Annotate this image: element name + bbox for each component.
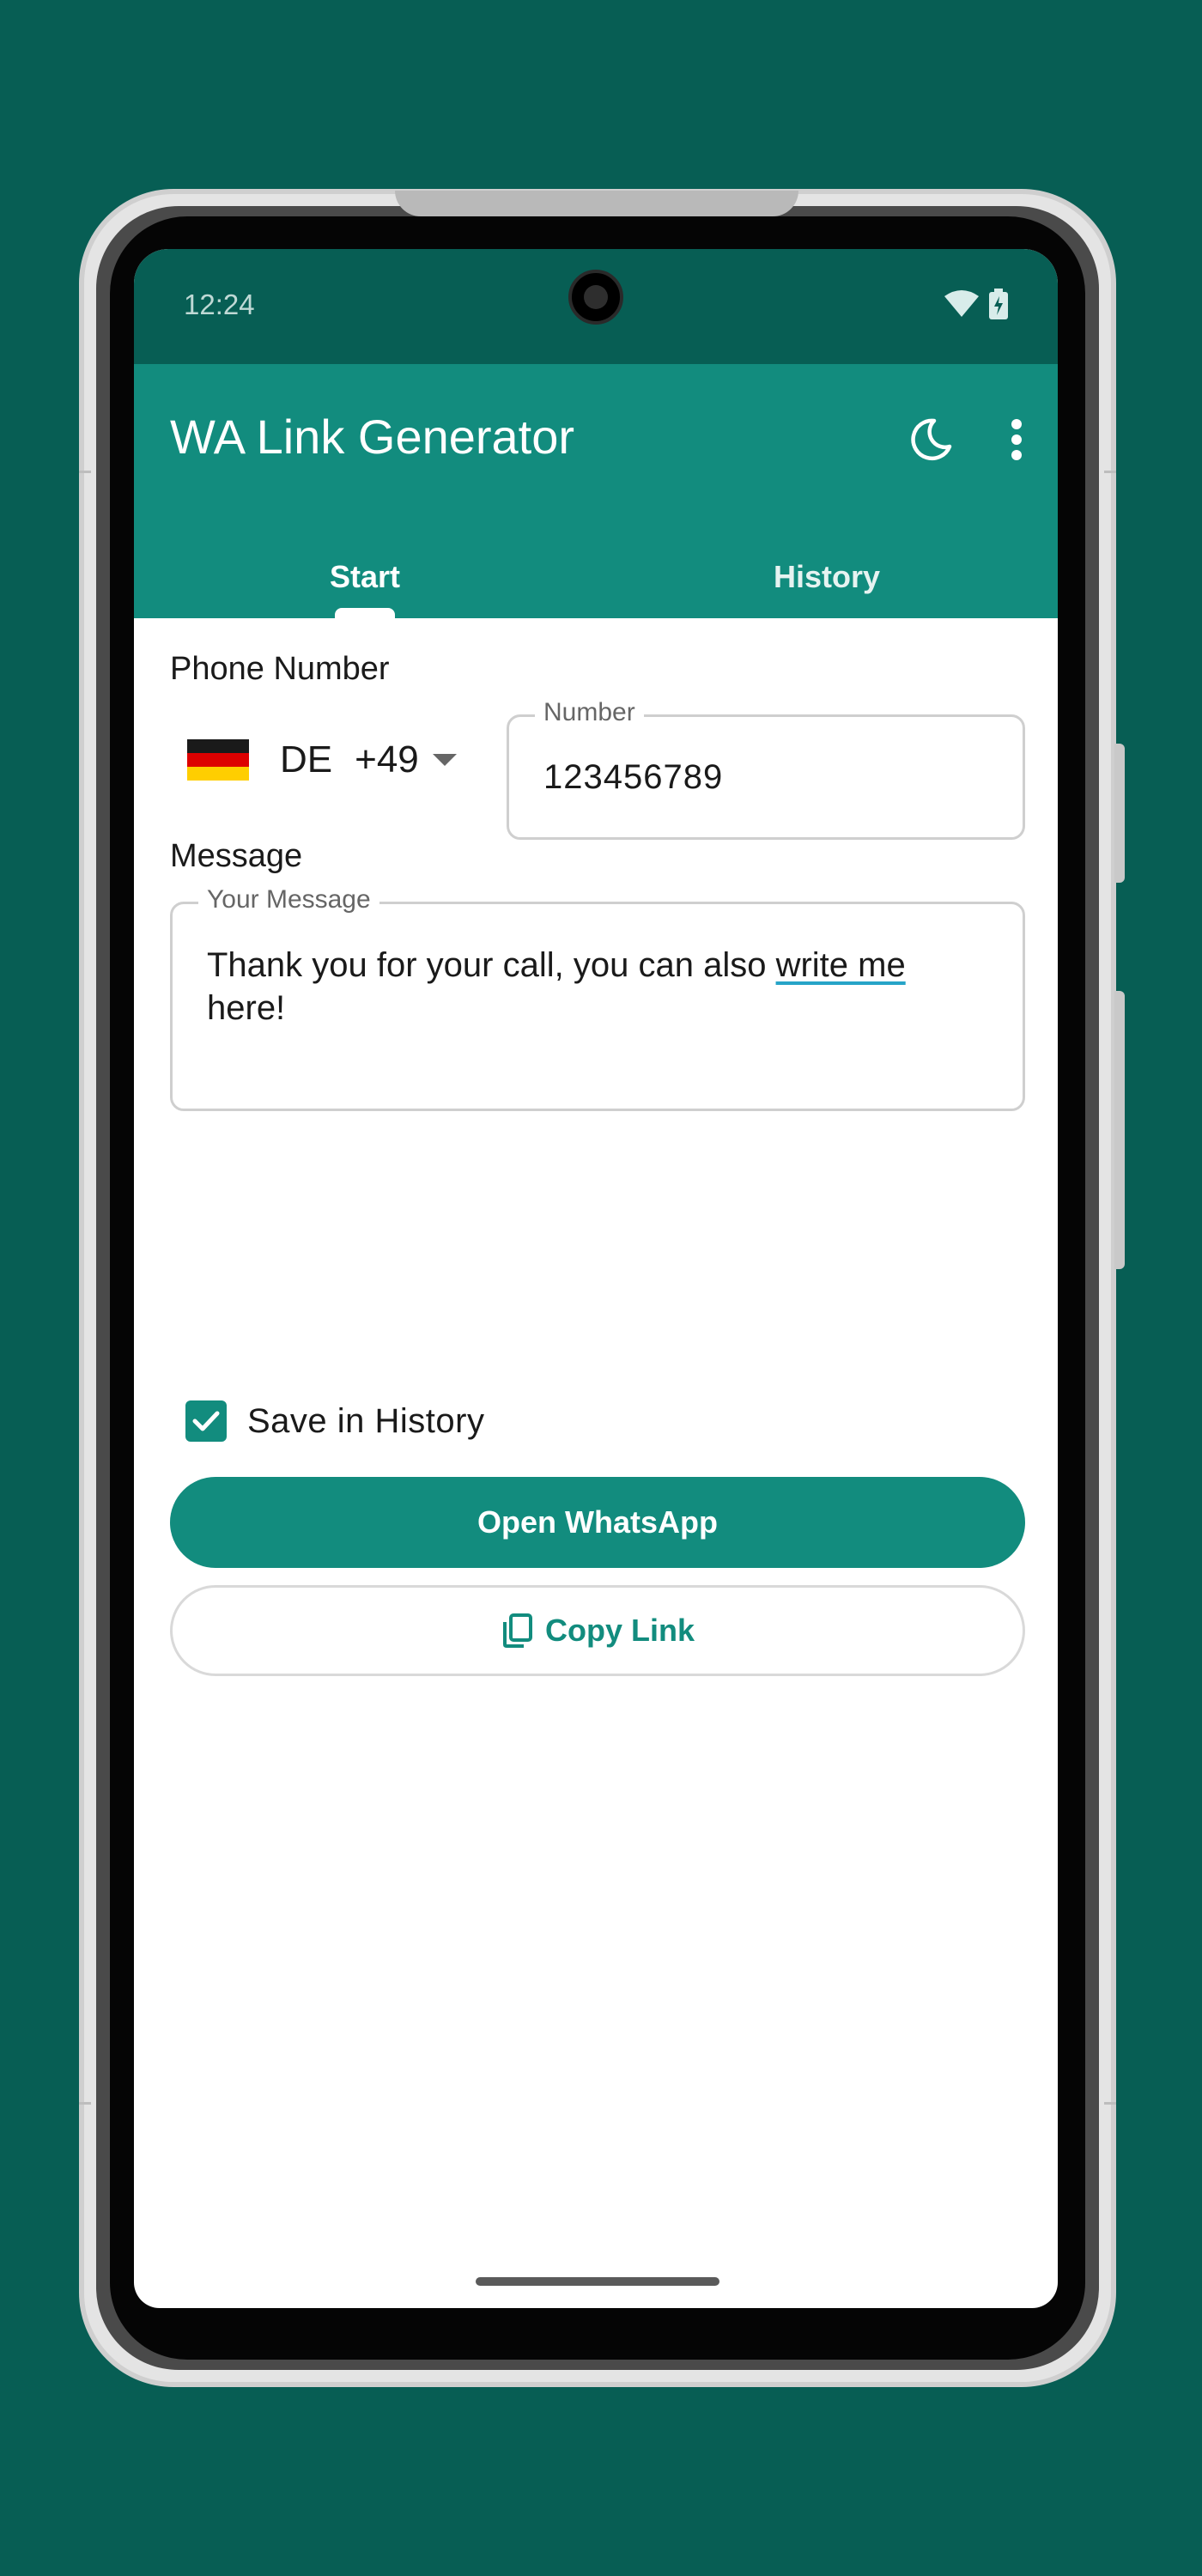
number-field-label: Number xyxy=(535,698,644,727)
dropdown-arrow-icon xyxy=(432,754,457,766)
country-code: DE xyxy=(280,738,333,781)
wifi-icon xyxy=(944,290,979,317)
number-field-value: 123456789 xyxy=(543,758,724,796)
checkmark-icon xyxy=(192,1411,220,1431)
phone-number-label: Phone Number xyxy=(170,651,390,687)
save-history-checkbox[interactable] xyxy=(185,1400,227,1442)
power-button xyxy=(1114,991,1125,1269)
message-field-value: Thank you for your call, you can also wr… xyxy=(207,946,906,1027)
dial-code: +49 xyxy=(355,738,419,781)
frame-seam xyxy=(1104,2102,1116,2105)
app-title: WA Link Generator xyxy=(170,410,575,464)
save-history-label: Save in History xyxy=(247,1401,485,1440)
copy-icon xyxy=(502,1613,532,1648)
frame-seam xyxy=(79,2102,91,2105)
frame-seam xyxy=(1104,471,1116,473)
germany-flag-icon xyxy=(187,739,249,781)
copy-link-button[interactable]: Copy Link xyxy=(170,1585,1025,1676)
message-field[interactable]: Your Message Thank you for your call, yo… xyxy=(170,885,1025,1111)
message-field-label: Your Message xyxy=(198,885,379,914)
dark-mode-button[interactable] xyxy=(889,398,972,481)
moon-icon xyxy=(911,418,952,461)
speaker-slit xyxy=(395,191,798,216)
tab-history[interactable]: History xyxy=(596,536,1058,618)
frame-seam xyxy=(79,471,91,473)
save-history-row[interactable]: Save in History xyxy=(170,1382,484,1460)
status-icons xyxy=(944,289,1008,319)
open-whatsapp-label: Open WhatsApp xyxy=(477,1504,718,1540)
number-field[interactable]: Number 123456789 xyxy=(507,698,1025,840)
status-time: 12:24 xyxy=(184,289,255,320)
status-bar: 12:24 xyxy=(134,249,1058,364)
home-indicator[interactable] xyxy=(476,2277,719,2286)
open-whatsapp-button[interactable]: Open WhatsApp xyxy=(170,1477,1025,1568)
front-camera xyxy=(568,270,623,325)
tab-start[interactable]: Start xyxy=(134,536,596,618)
volume-button xyxy=(1114,744,1125,883)
message-label: Message xyxy=(170,838,303,874)
more-options-button[interactable] xyxy=(984,398,1049,481)
app-bar: WA Link Generator Start History xyxy=(134,364,1058,618)
tab-indicator xyxy=(335,608,395,618)
phone-screen: 12:24 WA Link Generator Start History Ph… xyxy=(134,249,1058,2308)
more-vert-icon xyxy=(1011,419,1022,460)
copy-link-label: Copy Link xyxy=(544,1613,695,1648)
battery-icon xyxy=(989,289,1008,319)
